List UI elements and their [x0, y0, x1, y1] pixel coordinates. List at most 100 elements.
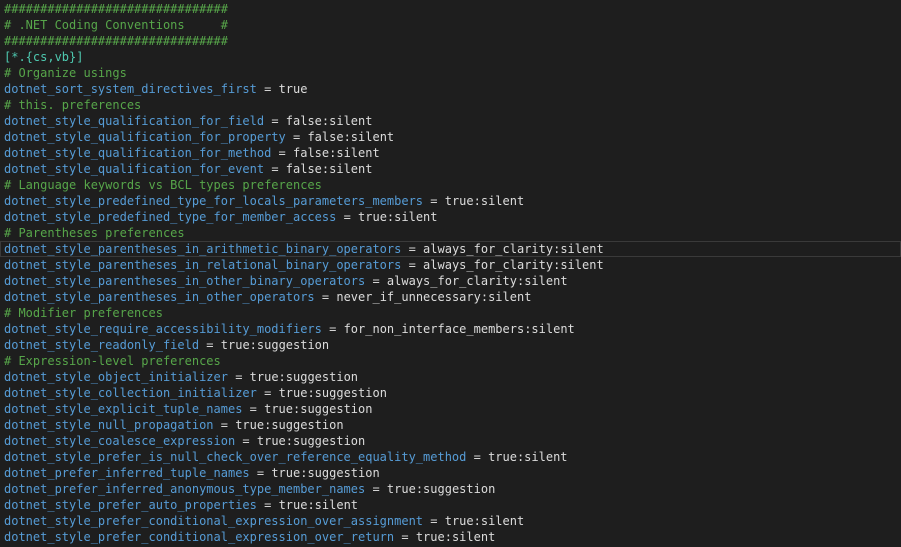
equals-sign: = — [256, 498, 279, 512]
setting-line[interactable]: dotnet_style_parentheses_in_arithmetic_b… — [0, 241, 901, 257]
setting-key: dotnet_style_parentheses_in_other_binary… — [4, 274, 366, 288]
setting-line[interactable]: dotnet_sort_system_directives_first = tr… — [4, 81, 901, 97]
setting-line[interactable]: dotnet_style_qualification_for_event = f… — [4, 161, 901, 177]
equals-sign: = — [264, 162, 286, 176]
comment-text: ############################### — [4, 2, 228, 16]
section-header: [*.{cs,vb}] — [4, 50, 84, 64]
setting-line[interactable]: dotnet_style_prefer_conditional_expressi… — [4, 529, 901, 545]
comment-text: # .NET Coding Conventions # — [4, 18, 228, 32]
setting-value: true:suggestion — [256, 434, 366, 448]
equals-sign: = — [271, 146, 293, 160]
setting-line[interactable]: dotnet_style_readonly_field = true:sugge… — [4, 337, 901, 353]
setting-line[interactable]: dotnet_style_prefer_conditional_expressi… — [4, 513, 901, 529]
setting-line[interactable]: dotnet_style_parentheses_in_other_binary… — [4, 273, 901, 289]
comment-line[interactable]: # Expression-level preferences — [4, 353, 901, 369]
setting-key: dotnet_style_explicit_tuple_names — [4, 402, 243, 416]
setting-line[interactable]: dotnet_style_object_initializer = true:s… — [4, 369, 901, 385]
equals-sign: = — [401, 242, 424, 256]
setting-line[interactable]: dotnet_prefer_inferred_anonymous_type_me… — [4, 481, 901, 497]
comment-text: ############################### — [4, 34, 228, 48]
setting-value: true:suggestion — [271, 466, 380, 480]
setting-value: true:silent — [415, 530, 496, 544]
setting-key: dotnet_style_parentheses_in_other_operat… — [4, 290, 315, 304]
setting-key: dotnet_style_readonly_field — [4, 338, 200, 352]
comment-text: # this. preferences — [4, 98, 142, 112]
equals-sign: = — [401, 258, 424, 272]
setting-key: dotnet_style_prefer_conditional_expressi… — [4, 530, 395, 544]
equals-sign: = — [213, 418, 236, 432]
setting-line[interactable]: dotnet_style_qualification_for_method = … — [4, 145, 901, 161]
setting-value: false:silent — [307, 130, 395, 144]
setting-line[interactable]: dotnet_style_qualification_for_property … — [4, 129, 901, 145]
setting-key: dotnet_style_object_initializer — [4, 370, 228, 384]
setting-line[interactable]: dotnet_style_explicit_tuple_names = true… — [4, 401, 901, 417]
comment-line[interactable]: # Parentheses preferences — [4, 225, 901, 241]
equals-sign: = — [336, 210, 359, 224]
setting-value: true:silent — [444, 514, 525, 528]
setting-key: dotnet_style_predefined_type_for_member_… — [4, 210, 337, 224]
setting-value: true:suggestion — [278, 386, 387, 400]
setting-line[interactable]: dotnet_style_collection_initializer = tr… — [4, 385, 901, 401]
equals-sign: = — [423, 194, 445, 208]
comment-text: # Language keywords vs BCL types prefere… — [4, 178, 322, 192]
equals-sign: = — [264, 114, 286, 128]
comment-line[interactable]: # Modifier preferences — [4, 305, 901, 321]
setting-value: always_for_clarity:silent — [423, 258, 604, 272]
setting-line[interactable]: dotnet_style_predefined_type_for_member_… — [4, 209, 901, 225]
comment-text: # Expression-level preferences — [4, 354, 221, 368]
setting-value: false:silent — [285, 162, 373, 176]
setting-key: dotnet_style_qualification_for_event — [4, 162, 265, 176]
equals-sign: = — [285, 130, 308, 144]
equals-sign: = — [466, 450, 489, 464]
setting-line[interactable]: dotnet_style_prefer_is_null_check_over_r… — [4, 449, 901, 465]
setting-line[interactable]: dotnet_style_null_propagation = true:sug… — [4, 417, 901, 433]
comment-line[interactable]: # this. preferences — [4, 97, 901, 113]
setting-line[interactable]: dotnet_style_parentheses_in_relational_b… — [4, 257, 901, 273]
setting-value: false:silent — [285, 114, 373, 128]
comment-line[interactable]: # Organize usings — [4, 65, 901, 81]
comment-text: # Parentheses preferences — [4, 226, 185, 240]
setting-key: dotnet_sort_system_directives_first — [4, 82, 257, 96]
setting-key: dotnet_style_qualification_for_method — [4, 146, 272, 160]
comment-text: # Modifier preferences — [4, 306, 163, 320]
setting-value: always_for_clarity:silent — [423, 242, 604, 256]
equals-sign: = — [256, 82, 279, 96]
setting-key: dotnet_style_predefined_type_for_locals_… — [4, 194, 424, 208]
setting-value: never_if_unnecessary:silent — [336, 290, 532, 304]
setting-line[interactable]: dotnet_style_qualification_for_field = f… — [4, 113, 901, 129]
setting-line[interactable]: dotnet_style_prefer_auto_properties = tr… — [4, 497, 901, 513]
editor-lines: ############################### # .NET Co… — [0, 1, 901, 545]
setting-key: dotnet_style_null_propagation — [4, 418, 214, 432]
comment-line[interactable]: ############################### — [4, 33, 901, 49]
setting-line[interactable]: dotnet_style_require_accessibility_modif… — [4, 321, 901, 337]
setting-line[interactable]: dotnet_style_parentheses_in_other_operat… — [4, 289, 901, 305]
setting-value: false:silent — [293, 146, 380, 160]
setting-value: true:suggestion — [235, 418, 344, 432]
code-editor[interactable]: ############################### # .NET Co… — [0, 0, 901, 547]
setting-value: true:silent — [488, 450, 568, 464]
setting-value: true:suggestion — [249, 370, 359, 384]
equals-sign: = — [249, 466, 272, 480]
equals-sign: = — [227, 370, 250, 384]
setting-value: always_for_clarity:silent — [386, 274, 568, 288]
setting-value: true:suggestion — [264, 402, 373, 416]
setting-key: dotnet_style_collection_initializer — [4, 386, 257, 400]
setting-key: dotnet_prefer_inferred_tuple_names — [4, 466, 250, 480]
comment-line[interactable]: ############################### — [4, 1, 901, 17]
setting-line[interactable]: dotnet_style_predefined_type_for_locals_… — [4, 193, 901, 209]
equals-sign: = — [394, 530, 416, 544]
setting-line[interactable]: dotnet_prefer_inferred_tuple_names = tru… — [4, 465, 901, 481]
setting-key: dotnet_style_qualification_for_property — [4, 130, 286, 144]
setting-value: true:silent — [278, 498, 359, 512]
setting-value: true:silent — [358, 210, 438, 224]
setting-line[interactable]: dotnet_style_coalesce_expression = true:… — [4, 433, 901, 449]
setting-value: true:silent — [444, 194, 525, 208]
setting-key: dotnet_style_coalesce_expression — [4, 434, 236, 448]
equals-sign: = — [423, 514, 445, 528]
comment-line[interactable]: # .NET Coding Conventions # — [4, 17, 901, 33]
section-header-line[interactable]: [*.{cs,vb}] — [4, 49, 901, 65]
comment-line[interactable]: # Language keywords vs BCL types prefere… — [4, 177, 901, 193]
equals-sign: = — [256, 386, 279, 400]
setting-key: dotnet_style_require_accessibility_modif… — [4, 322, 322, 336]
setting-value: true:suggestion — [220, 338, 330, 352]
